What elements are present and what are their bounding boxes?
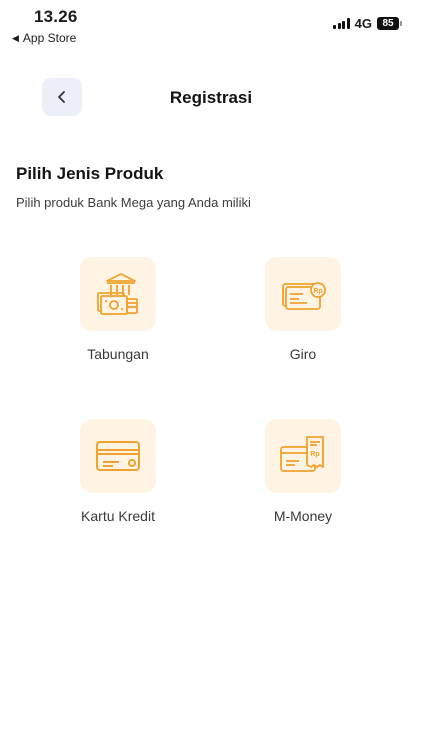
product-label: Tabungan — [87, 346, 149, 362]
back-to-app-label: App Store — [22, 31, 77, 45]
status-indicators: 4G 85 — [333, 16, 402, 31]
bank-savings-icon — [97, 273, 138, 315]
credit-card-icon — [96, 441, 140, 471]
product-icon-tile: Rp — [265, 419, 341, 493]
battery-icon: 85 — [377, 17, 402, 30]
section-subtitle: Pilih produk Bank Mega yang Anda miliki — [16, 195, 251, 210]
back-triangle-icon: ◀ — [12, 32, 19, 43]
section-title: Pilih Jenis Produk — [16, 164, 164, 183]
product-option-giro[interactable]: Rp Giro — [223, 257, 383, 362]
svg-text:Rp: Rp — [310, 451, 319, 458]
mmoney-card-receipt-icon: Rp — [280, 436, 324, 472]
signal-icon — [333, 18, 350, 29]
checking-card-icon: Rp — [282, 282, 326, 310]
product-label: M-Money — [273, 508, 333, 524]
battery-level: 85 — [377, 17, 399, 30]
status-time: 13.26 — [34, 7, 78, 26]
product-icon-tile: Rp — [265, 257, 341, 331]
network-type: 4G — [354, 16, 372, 31]
product-icon-tile — [80, 419, 156, 493]
svg-text:Rp: Rp — [313, 288, 322, 295]
product-label: Kartu Kredit — [81, 508, 155, 524]
product-icon-tile — [80, 257, 156, 331]
product-option-m-money[interactable]: Rp M-Money — [223, 419, 383, 524]
product-option-tabungan[interactable]: Tabungan — [38, 257, 198, 362]
product-label: Giro — [289, 346, 317, 362]
product-option-kartu-kredit[interactable]: Kartu Kredit — [38, 419, 198, 524]
page-title: Registrasi — [169, 88, 253, 107]
back-to-app-link[interactable]: ◀ App Store — [12, 31, 76, 45]
status-bar: 13.26 ◀ App Store 4G 85 — [0, 0, 422, 48]
